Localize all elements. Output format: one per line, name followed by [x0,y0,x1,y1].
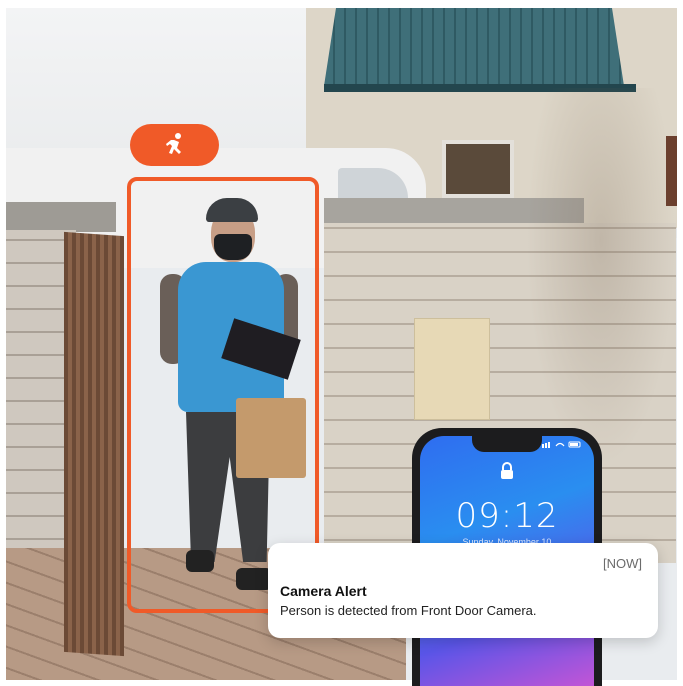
mailbox [414,318,490,420]
house-window [442,140,514,198]
motion-badge[interactable] [130,124,219,166]
lock-icon [501,462,513,479]
wall-cap-left [6,202,116,232]
lock-screen-clock: 09:12 [455,496,559,536]
camera-alert-notification[interactable]: [NOW] Camera Alert Person is detected fr… [268,543,658,638]
notification-message: Person is detected from Front Door Camer… [280,603,537,618]
gate [64,231,124,657]
notification-title: Camera Alert [280,583,367,599]
roof [324,8,624,86]
notification-timestamp: [NOW] [603,556,642,571]
phone-notch [472,436,542,452]
tree [526,88,676,468]
running-person-icon [165,133,181,154]
status-bar-icons [542,441,581,448]
